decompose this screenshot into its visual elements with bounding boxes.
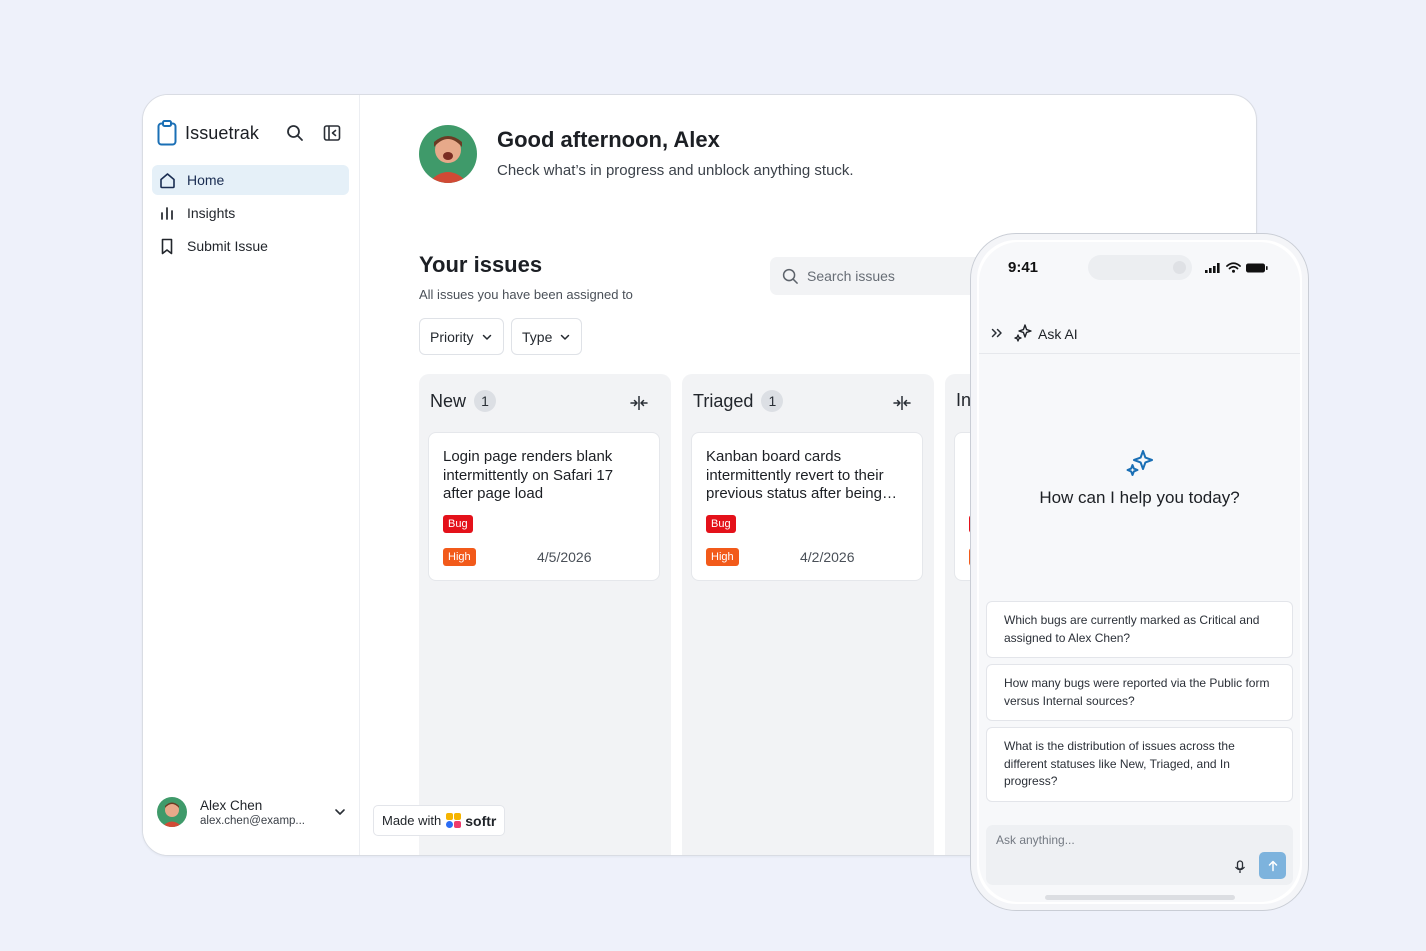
chevron-down-icon — [561, 334, 570, 340]
user-email: alex.chen@examp... — [200, 814, 306, 827]
issue-card[interactable]: Kanban board cards intermittently revert… — [691, 432, 923, 581]
column-header: In — [956, 390, 971, 411]
dynamic-island — [1088, 255, 1192, 280]
home-icon — [158, 171, 176, 189]
suggested-question[interactable]: Which bugs are currently marked as Criti… — [986, 601, 1293, 658]
ask-ai-input[interactable] — [996, 833, 1216, 847]
suggested-question[interactable]: How many bugs were reported via the Publ… — [986, 664, 1293, 721]
type-badge: Bug — [443, 515, 473, 533]
page-title: Good afternoon, Alex — [497, 127, 720, 152]
kanban-column-new: New 1 Login page renders blank intermitt… — [419, 374, 671, 855]
suggested-question[interactable]: What is the distribution of issues acros… — [986, 727, 1293, 802]
issue-title: Login page renders blank intermittently … — [443, 448, 614, 502]
signal-icon — [1205, 262, 1220, 273]
filter-label: Type — [522, 328, 553, 345]
type-filter[interactable]: Type — [511, 318, 583, 355]
page-subtitle: Check what’s in progress and unblock any… — [497, 162, 854, 179]
column-count-badge: 1 — [474, 390, 497, 412]
avatar — [419, 125, 477, 183]
microphone-icon[interactable] — [1233, 860, 1247, 874]
ai-welcome-text: How can I help you today? — [1039, 488, 1240, 507]
column-header: Triaged 1 — [693, 390, 784, 412]
sidebar-item-insights[interactable]: Insights — [152, 198, 349, 228]
app-name: Issuetrak — [185, 122, 259, 143]
column-title: In — [956, 390, 972, 410]
send-button[interactable] — [1259, 852, 1286, 879]
status-bar: 9:41 — [979, 242, 1300, 292]
sidebar-item-label: Home — [187, 172, 225, 188]
avatar — [157, 797, 187, 827]
issue-date: 4/2/2026 — [800, 549, 855, 565]
section-subtitle: All issues you have been assigned to — [419, 287, 633, 302]
softr-brand: softr — [465, 812, 497, 829]
issue-title: Kanban board cards intermittently revert… — [706, 448, 884, 502]
chevrons-right-icon[interactable] — [990, 326, 1004, 340]
collapse-sidebar-button[interactable] — [322, 123, 342, 143]
issue-card[interactable]: Login page renders blank intermittently … — [428, 432, 660, 581]
ai-header: Ask AI — [979, 320, 1300, 354]
user-info: Alex Chen alex.chen@examp... — [200, 798, 333, 827]
column-title: Triaged — [693, 390, 754, 411]
priority-badge: High — [706, 548, 739, 566]
phone-screen: 9:41 Ask AI How can I help you today? Wh… — [979, 242, 1300, 902]
arrow-up-icon — [1268, 860, 1277, 871]
chevron-down-icon — [482, 334, 491, 340]
user-menu[interactable]: Alex Chen alex.chen@examp... — [157, 797, 347, 827]
status-icons — [1205, 262, 1268, 273]
ai-composer — [986, 825, 1293, 885]
type-badge: Bug — [706, 515, 736, 533]
sparkles-icon — [1014, 324, 1032, 342]
brand[interactable]: Issuetrak — [157, 120, 259, 146]
ai-title: Ask AI — [1038, 326, 1078, 342]
search-icon — [287, 125, 303, 141]
made-with-label: Made with — [382, 813, 442, 828]
priority-badge: High — [443, 548, 476, 566]
collapse-column-icon[interactable] — [892, 394, 912, 412]
user-name: Alex Chen — [200, 797, 263, 813]
wifi-icon — [1226, 262, 1241, 273]
clipboard-logo-icon — [157, 120, 177, 146]
home-indicator — [1045, 895, 1235, 900]
sidebar-item-label: Insights — [187, 205, 236, 221]
sidebar-item-home[interactable]: Home — [152, 165, 349, 195]
chevron-down-icon — [335, 809, 345, 815]
softr-logo-icon — [446, 813, 462, 828]
bar-chart-icon — [158, 204, 176, 222]
phone-frame: 9:41 Ask AI How can I help you today? Wh… — [970, 233, 1309, 911]
made-with-softr-badge[interactable]: Made with softr — [373, 805, 506, 836]
sidebar-item-submit-issue[interactable]: Submit Issue — [152, 231, 349, 261]
sidebar: Issuetrak Home Insights Submit Issue Ale… — [143, 95, 360, 855]
kanban-column-triaged: Triaged 1 Kanban board cards intermitten… — [682, 374, 934, 855]
sparkles-icon — [1126, 450, 1153, 476]
column-title: New — [430, 390, 467, 411]
section-title: Your issues — [419, 252, 543, 277]
filter-label: Priority — [430, 328, 474, 345]
issue-date: 4/5/2026 — [537, 549, 592, 565]
status-time: 9:41 — [1008, 259, 1039, 276]
column-count-badge: 1 — [761, 390, 784, 412]
sidebar-nav: Home Insights Submit Issue — [152, 165, 349, 264]
sidebar-item-label: Submit Issue — [187, 238, 268, 254]
search-button[interactable] — [285, 123, 305, 143]
sidebar-collapse-icon — [323, 125, 341, 141]
column-header: New 1 — [430, 390, 497, 412]
priority-filter[interactable]: Priority — [419, 318, 504, 355]
search-icon — [782, 268, 798, 284]
collapse-column-icon[interactable] — [629, 394, 649, 412]
battery-icon — [1246, 263, 1268, 272]
bookmark-icon — [158, 237, 176, 255]
